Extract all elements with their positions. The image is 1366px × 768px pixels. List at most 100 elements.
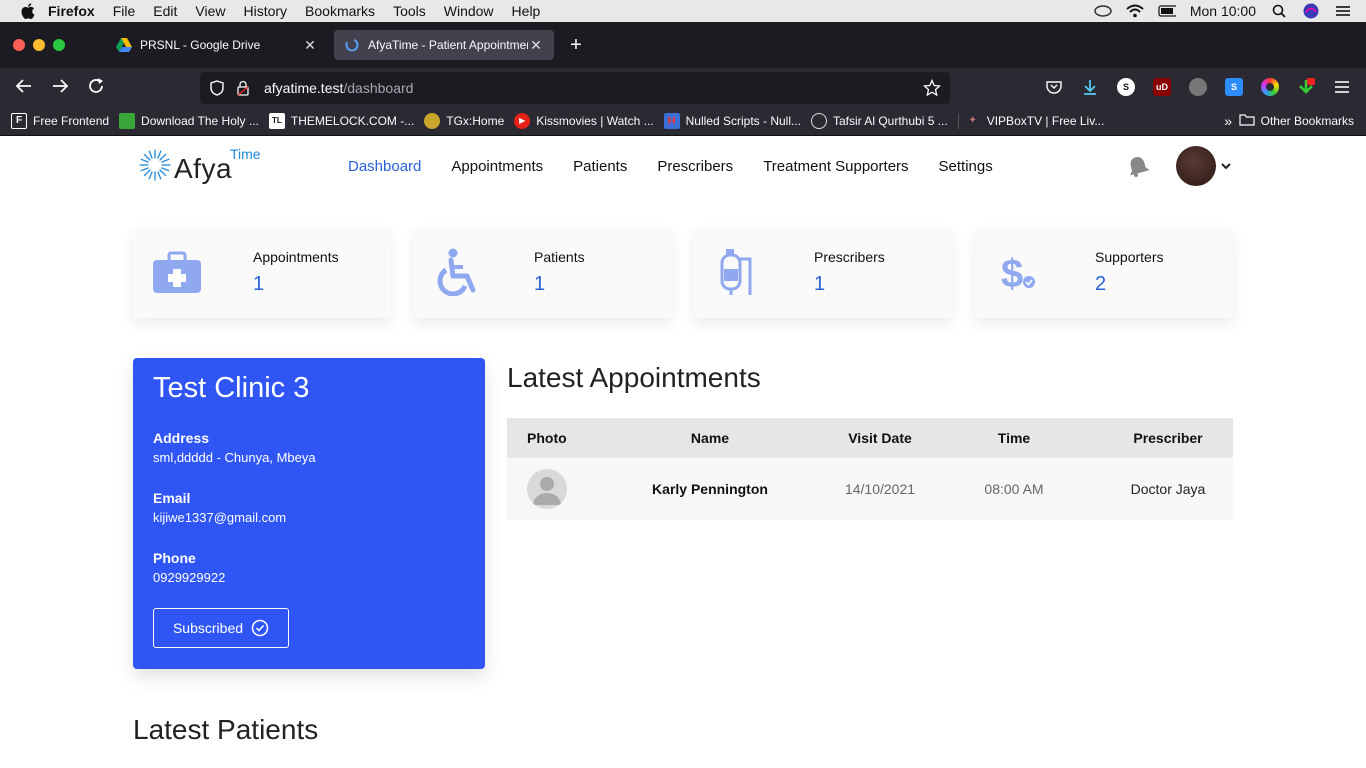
holy-icon bbox=[119, 112, 136, 129]
subscribed-button[interactable]: Subscribed bbox=[153, 608, 289, 648]
stat-label: Patients bbox=[534, 249, 585, 265]
latest-patients-title: Latest Patients bbox=[133, 714, 319, 745]
logo-text: Afya bbox=[174, 153, 233, 184]
hamburger-menu-icon[interactable] bbox=[1333, 78, 1351, 96]
nav-appointments[interactable]: Appointments bbox=[451, 158, 543, 175]
clinic-email: Email kijiwe1337@gmail.com bbox=[153, 490, 286, 525]
dollar-check-icon: $ bbox=[993, 246, 1045, 298]
address-label: Address bbox=[153, 430, 210, 446]
menu-view[interactable]: View bbox=[195, 3, 225, 19]
menu-edit[interactable]: Edit bbox=[153, 3, 177, 19]
themelock-icon: TL bbox=[268, 112, 285, 129]
other-bookmarks[interactable]: Other Bookmarks bbox=[1239, 113, 1354, 129]
bookmarks-bar: F Free Frontend Download The Holy ... TL T… bbox=[0, 106, 1366, 136]
download-manager-icon[interactable] bbox=[1297, 78, 1315, 96]
table-row[interactable]: Karly Pennington 14/10/2021 08:00 AM Doc… bbox=[507, 458, 1233, 520]
bookmark-item[interactable]: F Free Frontend bbox=[11, 112, 109, 129]
stat-card-prescribers[interactable]: Prescribers 1 bbox=[694, 228, 952, 318]
iv-bag-icon bbox=[712, 246, 764, 298]
bookmark-item[interactable]: Download The Holy ... bbox=[119, 112, 259, 129]
folder-icon bbox=[1239, 113, 1255, 129]
menu-app-name[interactable]: Firefox bbox=[48, 3, 95, 19]
ublock-icon[interactable]: uD bbox=[1153, 78, 1171, 96]
stat-value: 1 bbox=[534, 273, 546, 295]
nav-treatment-supporters[interactable]: Treatment Supporters bbox=[763, 158, 908, 175]
bookmark-item[interactable]: TL THEMELOCK.COM -... bbox=[268, 112, 414, 129]
col-header-prescriber: Prescriber bbox=[1133, 430, 1203, 446]
phone-label: Phone bbox=[153, 550, 196, 566]
afyatime-logo[interactable]: Afya Time bbox=[138, 146, 268, 186]
tab-afyatime[interactable]: AfyaTime - Patient Appointment ✕ bbox=[334, 30, 554, 60]
chevron-down-icon[interactable] bbox=[1220, 159, 1232, 171]
url-bar[interactable]: afyatime.test/dashboard bbox=[200, 72, 950, 104]
tab-google-drive[interactable]: PRSNL - Google Drive ✕ bbox=[106, 30, 328, 60]
pocket-icon[interactable] bbox=[1045, 78, 1063, 96]
nav-dashboard[interactable]: Dashboard bbox=[348, 158, 421, 175]
menubar-clock[interactable]: Mon 10:00 bbox=[1190, 3, 1256, 19]
window-minimize-button[interactable] bbox=[33, 39, 45, 51]
spotlight-search-icon[interactable] bbox=[1270, 4, 1288, 18]
email-label: Email bbox=[153, 490, 191, 506]
creative-cloud-icon[interactable] bbox=[1094, 4, 1112, 18]
stat-card-patients[interactable]: Patients 1 bbox=[414, 228, 672, 318]
stat-card-supporters[interactable]: $ Supporters 2 bbox=[975, 228, 1233, 318]
vipbox-icon: ✦ bbox=[968, 115, 977, 126]
row-patient-name: Karly Pennington bbox=[652, 481, 768, 497]
menu-help[interactable]: Help bbox=[512, 3, 541, 19]
notification-bell-icon[interactable] bbox=[1126, 154, 1150, 178]
email-value: kijiwe1337@gmail.com bbox=[153, 510, 287, 525]
siri-icon[interactable] bbox=[1302, 3, 1320, 19]
extension-blue-s-icon[interactable]: S bbox=[1225, 78, 1243, 96]
tracking-shield-icon[interactable] bbox=[208, 79, 226, 97]
loading-icon bbox=[344, 37, 360, 53]
extension-s-icon[interactable]: S bbox=[1117, 78, 1135, 96]
menu-bookmarks[interactable]: Bookmarks bbox=[305, 3, 375, 19]
main-nav: Dashboard Appointments Patients Prescrib… bbox=[333, 148, 1008, 184]
window-zoom-button[interactable] bbox=[53, 39, 65, 51]
wifi-icon[interactable] bbox=[1126, 4, 1144, 18]
user-avatar[interactable] bbox=[1176, 146, 1216, 186]
google-drive-icon bbox=[116, 37, 132, 53]
bookmark-item[interactable]: ▶ Kissmovies | Watch ... bbox=[514, 112, 654, 129]
color-picker-icon[interactable] bbox=[1261, 78, 1279, 96]
globe-extension-icon[interactable] bbox=[1189, 78, 1207, 96]
back-arrow-icon[interactable] bbox=[13, 77, 35, 99]
kissmovies-icon: ▶ bbox=[514, 112, 531, 129]
bookmark-item[interactable]: H Nulled Scripts - Null... bbox=[663, 112, 801, 129]
phone-value: 0929929922 bbox=[153, 570, 226, 585]
logo-burst-icon bbox=[139, 149, 171, 181]
globe-icon bbox=[811, 112, 827, 129]
nav-settings[interactable]: Settings bbox=[939, 158, 993, 175]
col-header-name: Name bbox=[690, 430, 730, 446]
window-close-button[interactable] bbox=[13, 39, 25, 51]
nav-patients[interactable]: Patients bbox=[573, 158, 627, 175]
nav-prescribers[interactable]: Prescribers bbox=[657, 158, 733, 175]
new-tab-button[interactable]: + bbox=[566, 34, 586, 56]
reload-icon[interactable] bbox=[85, 77, 107, 99]
bookmark-item[interactable]: ✦ VIPBoxTV | Free Liv... bbox=[965, 113, 1105, 129]
bookmark-star-icon[interactable] bbox=[922, 78, 942, 98]
forward-arrow-icon[interactable] bbox=[49, 77, 71, 99]
bookmark-item[interactable]: Tafsir Al Qurthubi 5 ... bbox=[811, 112, 948, 129]
stat-value: 1 bbox=[253, 273, 265, 295]
menu-window[interactable]: Window bbox=[444, 3, 494, 19]
patient-avatar bbox=[527, 469, 567, 509]
chevron-double-right-icon[interactable]: » bbox=[1224, 113, 1232, 129]
menu-tools[interactable]: Tools bbox=[393, 3, 426, 19]
tab-close-icon[interactable]: ✕ bbox=[528, 37, 544, 54]
medical-kit-icon bbox=[151, 246, 203, 298]
tgx-icon bbox=[424, 112, 441, 129]
url-text[interactable]: afyatime.test/dashboard bbox=[264, 80, 413, 96]
menu-history[interactable]: History bbox=[243, 3, 287, 19]
battery-icon[interactable] bbox=[1158, 4, 1176, 18]
lock-icon[interactable] bbox=[234, 79, 252, 97]
stat-card-appointments[interactable]: Appointments 1 bbox=[133, 228, 391, 318]
stat-label: Supporters bbox=[1095, 249, 1164, 265]
menu-file[interactable]: File bbox=[113, 3, 136, 19]
download-icon[interactable] bbox=[1081, 78, 1099, 96]
tab-close-icon[interactable]: ✕ bbox=[302, 37, 318, 54]
apple-icon[interactable] bbox=[20, 3, 36, 19]
macos-menubar: Firefox File Edit View History Bookmarks… bbox=[0, 0, 1366, 22]
bookmark-item[interactable]: TGx:Home bbox=[424, 112, 504, 129]
control-center-icon[interactable] bbox=[1334, 4, 1352, 18]
